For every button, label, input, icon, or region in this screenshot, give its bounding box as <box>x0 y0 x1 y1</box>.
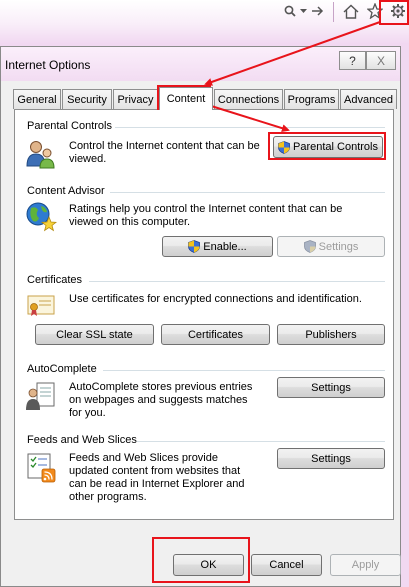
apply-button[interactable]: Apply <box>330 554 401 576</box>
enable-button-label: Enable... <box>203 240 247 253</box>
tab-programs[interactable]: Programs <box>284 89 339 109</box>
content-advisor-settings-button[interactable]: Settings <box>277 236 385 257</box>
autocomplete-description: AutoComplete stores previous entries on … <box>69 381 253 419</box>
toolbar-separator <box>333 2 334 22</box>
feeds-settings-button[interactable]: Settings <box>277 448 385 469</box>
group-divider <box>103 370 385 371</box>
certificates-heading: Certificates <box>27 274 83 286</box>
tab-general[interactable]: General <box>13 89 61 109</box>
clear-ssl-state-button[interactable]: Clear SSL state <box>35 324 154 345</box>
group-divider <box>110 192 385 193</box>
star-icon[interactable] <box>366 2 384 20</box>
cancel-button[interactable]: Cancel <box>251 554 322 576</box>
content-advisor-description: Ratings help you control the Internet co… <box>69 203 343 228</box>
group-divider <box>137 441 385 442</box>
certificates-description: Use certificates for encrypted connectio… <box>69 293 362 305</box>
uac-shield-icon <box>303 240 316 253</box>
content-advisor-enable-button[interactable]: Enable... <box>162 236 273 257</box>
ok-button[interactable]: OK <box>173 554 244 576</box>
browser-toolbar <box>0 0 409 44</box>
parental-controls-button-label: Parental Controls <box>293 141 378 153</box>
publishers-button[interactable]: Publishers <box>277 324 385 345</box>
parental-controls-description: Control the Internet content that can be… <box>69 140 260 165</box>
uac-shield-icon <box>278 140 290 154</box>
tab-security[interactable]: Security <box>62 89 112 109</box>
parental-controls-heading: Parental Controls <box>27 120 112 132</box>
tab-connections[interactable]: Connections <box>214 89 283 109</box>
close-button[interactable]: X <box>366 51 396 70</box>
autocomplete-icon <box>26 382 55 410</box>
feeds-icon <box>27 453 56 483</box>
dialog-title: Internet Options <box>5 58 91 72</box>
internet-options-dialog: Internet Options ? X General Security Pr… <box>0 46 401 587</box>
parental-controls-icon <box>26 141 55 169</box>
parental-controls-button[interactable]: Parental Controls <box>273 136 383 158</box>
dialog-titlebar[interactable]: Internet Options ? X <box>1 47 400 81</box>
content-advisor-globe-icon <box>26 202 57 232</box>
group-divider <box>89 281 385 282</box>
chevron-down-icon[interactable] <box>298 2 308 20</box>
uac-shield-icon <box>188 240 201 253</box>
gear-icon[interactable] <box>389 2 407 20</box>
feeds-description: Feeds and Web Slices provide updated con… <box>69 452 245 503</box>
autocomplete-settings-button[interactable]: Settings <box>277 377 385 398</box>
content-advisor-heading: Content Advisor <box>27 185 105 197</box>
content-tab-panel: Parental Controls Control the Internet c… <box>14 109 394 520</box>
tab-advanced[interactable]: Advanced <box>340 89 397 109</box>
forward-arrow-icon[interactable] <box>310 2 326 20</box>
search-icon[interactable] <box>283 2 297 20</box>
feeds-heading: Feeds and Web Slices <box>27 434 137 446</box>
tab-content[interactable]: Content <box>159 87 213 110</box>
certificates-button[interactable]: Certificates <box>161 324 270 345</box>
home-icon[interactable] <box>342 2 360 20</box>
settings-button-label: Settings <box>318 240 359 253</box>
certificate-icon <box>27 295 55 316</box>
tab-privacy[interactable]: Privacy <box>113 89 158 109</box>
group-divider <box>115 127 385 128</box>
autocomplete-heading: AutoComplete <box>27 363 97 375</box>
help-button[interactable]: ? <box>339 51 366 70</box>
